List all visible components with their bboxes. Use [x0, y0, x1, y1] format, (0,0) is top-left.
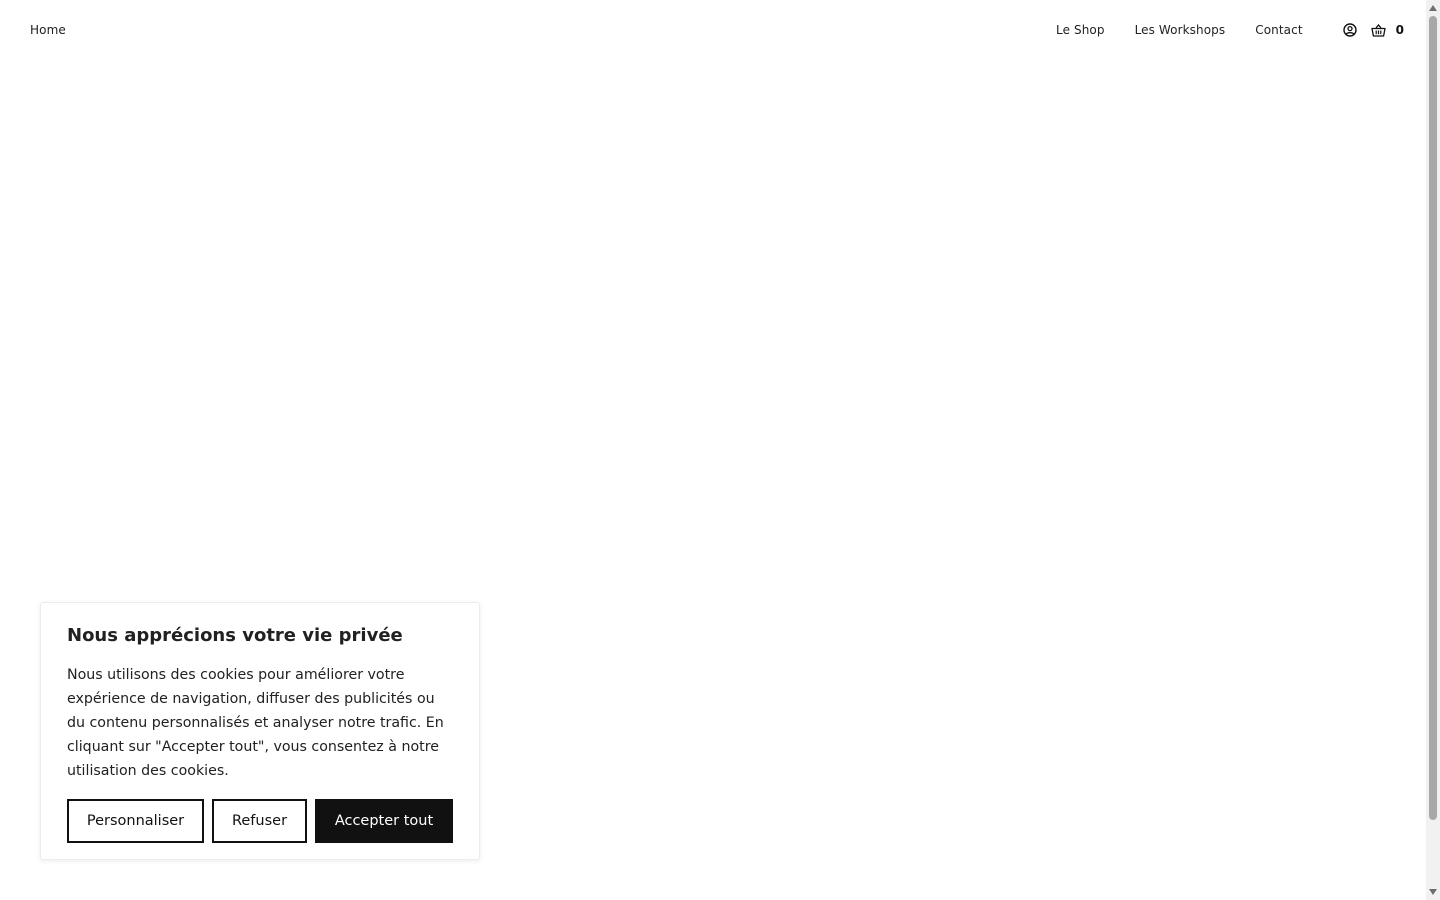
cookie-title: Nous apprécions votre vie privée	[67, 625, 403, 646]
nav-link-shop[interactable]: Le Shop	[1056, 23, 1105, 37]
user-circle-icon	[1342, 23, 1357, 37]
cart-button[interactable]: 0	[1370, 23, 1404, 37]
cookie-buttons: Personnaliser Refuser Accepter tout	[67, 799, 453, 843]
page: Home Le Shop Les Workshops Contact 0 Nou…	[0, 0, 1440, 900]
nav-link-workshops[interactable]: Les Workshops	[1135, 23, 1226, 37]
scroll-up-arrow-icon[interactable]	[1428, 2, 1438, 14]
account-button[interactable]	[1342, 23, 1357, 37]
scroll-down-arrow-icon[interactable]	[1428, 886, 1438, 898]
cookie-text: Nous utilisons des cookies pour améliore…	[67, 667, 444, 779]
cookie-banner: Nous apprécions votre vie privée Nous ut…	[40, 602, 480, 860]
scrollbar-thumb[interactable]	[1429, 16, 1437, 820]
nav-link-contact[interactable]: Contact	[1255, 23, 1302, 37]
reject-button[interactable]: Refuser	[212, 799, 307, 843]
main-nav: Le Shop Les Workshops Contact 0	[1026, 23, 1404, 37]
customize-button[interactable]: Personnaliser	[67, 799, 204, 843]
home-link[interactable]: Home	[30, 23, 66, 37]
accept-all-button[interactable]: Accepter tout	[315, 799, 453, 843]
basket-icon	[1370, 23, 1386, 37]
cart-count: 0	[1395, 23, 1404, 37]
header-icons: 0	[1342, 23, 1404, 37]
vertical-scrollbar[interactable]	[1426, 0, 1440, 900]
site-header: Home Le Shop Les Workshops Contact 0	[0, 0, 1426, 60]
